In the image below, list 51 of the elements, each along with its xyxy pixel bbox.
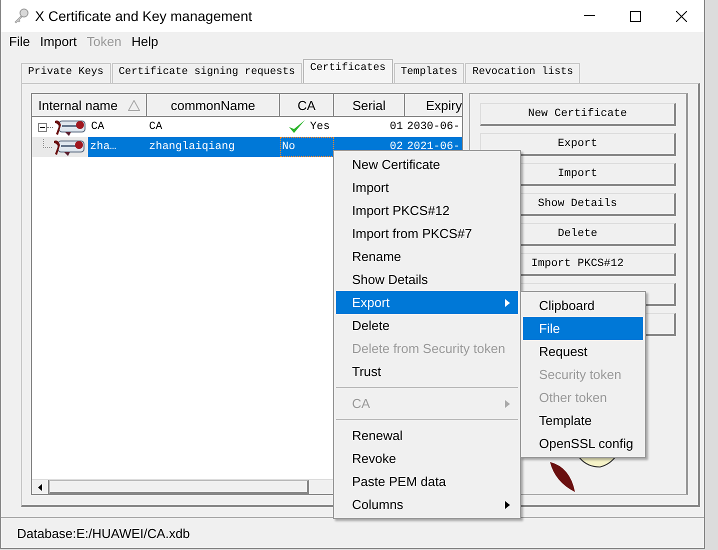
submenu-arrow-icon [505,400,510,408]
column-header[interactable]: Expiry [405,94,462,117]
menu-item[interactable]: Clipboard [523,294,643,317]
menu-item[interactable]: Import [40,34,77,52]
menu-item[interactable]: Request [523,340,643,363]
submenu-arrow-icon [505,298,510,306]
tab[interactable]: Certificate signing requests [112,63,302,83]
key-icon [13,8,29,24]
table-cell-text: 01 [388,120,404,135]
minimize-icon [584,15,594,17]
table-cell-text: CA [90,120,106,135]
menu-item[interactable]: Paste PEM data [336,470,518,493]
table-row[interactable]: zha… zhanglaiqiang No 02 2021-06- [32,137,462,157]
close-icon [676,10,686,22]
menu-item[interactable]: Delete [336,314,518,337]
action-button[interactable]: Export [480,133,676,156]
table-cell-text: 2030-06- [406,120,461,135]
action-button[interactable]: New Certificate [480,103,676,126]
menu-item[interactable]: Template [523,409,643,432]
column-header[interactable]: Internal name [32,94,147,117]
menu-item[interactable]: Export [336,291,518,314]
menu-item[interactable]: Renewal [336,424,518,447]
maximize-icon [630,10,640,22]
menu-item[interactable]: Trust [336,360,518,383]
menu-item[interactable]: OpenSSL config [523,432,643,455]
column-header[interactable]: commonName [147,94,280,117]
window-title: X Certificate and Key management [35,8,254,24]
tab[interactable]: Templates [394,63,464,83]
menu-item[interactable]: Columns [336,493,518,516]
submenu-arrow-icon [505,500,510,508]
table-cell-text: zhanglaiqiang [148,140,236,155]
tab[interactable]: Private Keys [21,63,111,83]
tab[interactable]: Revocation lists [465,63,580,83]
checkmark-icon [288,119,306,135]
column-header[interactable]: CA [280,94,334,117]
table-cell: No [280,137,334,157]
collapse-icon[interactable] [38,122,47,132]
menu-item[interactable]: Revoke [336,447,518,470]
tab[interactable]: Certificates [303,59,393,83]
left-arrow-icon [38,484,42,490]
table-cell-text: 02 [388,140,404,155]
menu-item[interactable]: Help [132,34,158,52]
table-cell-text: 2021-06- [406,140,461,155]
scrollbar-thumb[interactable] [49,480,309,494]
table-cell-text: CA [148,120,164,135]
column-header[interactable]: Serial [334,94,405,117]
menu-item[interactable]: File [9,34,30,52]
table-cell: Yes [280,117,334,137]
table-cell: zha… [88,137,147,157]
table-row[interactable]: CA CA Yes 01 2030-06- [32,117,462,137]
menu-item[interactable]: File [523,317,643,340]
